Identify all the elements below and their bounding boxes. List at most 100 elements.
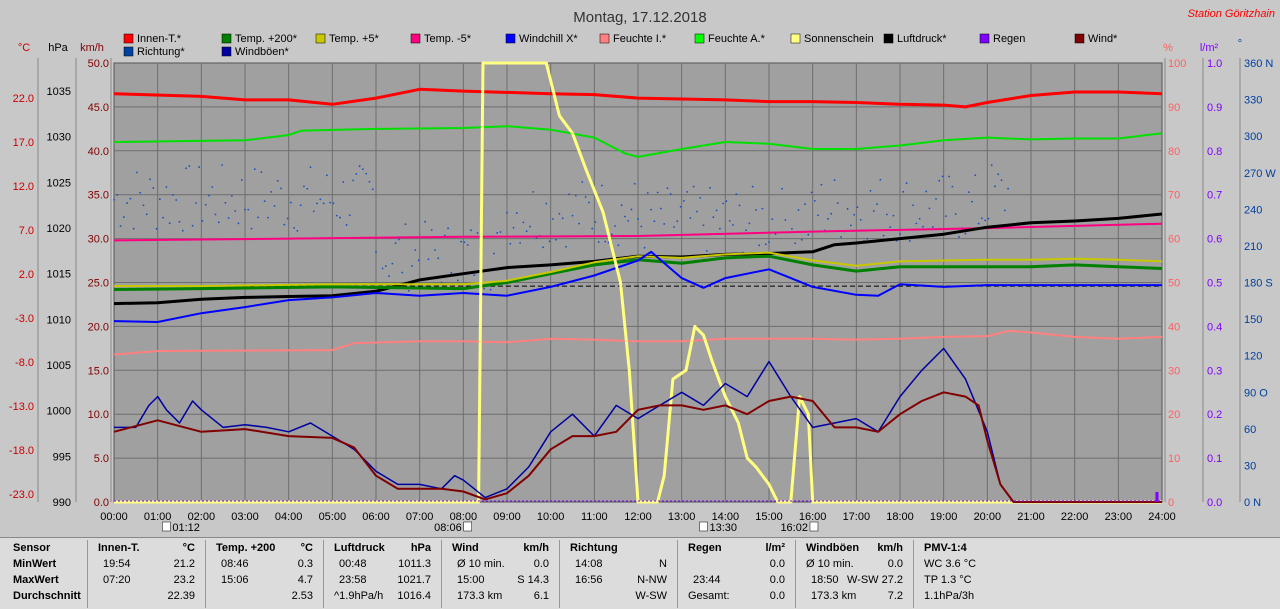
- wind-direction-dot: [240, 179, 243, 181]
- hpa-tick-label: 1025: [47, 177, 71, 189]
- wind-direction-dot: [722, 202, 725, 205]
- wind-direction-dot: [918, 217, 921, 220]
- wind-direction-dot: [217, 221, 220, 224]
- percent-tick-label: 30: [1168, 365, 1180, 377]
- wind-direction-dot: [1007, 187, 1009, 190]
- wind-direction-dot: [358, 165, 361, 168]
- temp-tick-label: 17.0: [13, 137, 34, 149]
- stats-pmv: PMV-1:4 WC 3.6 °C TP 1.3 °C 1.1hPa/3h: [914, 540, 994, 608]
- wind-direction-dot: [132, 227, 135, 230]
- wind-direction-dot: [348, 214, 351, 217]
- wind-direction-dot: [817, 214, 820, 217]
- stats-regen-unit: l/m²: [765, 542, 785, 554]
- wind-direction-dot: [496, 232, 499, 234]
- wind-direction-dot: [440, 281, 443, 284]
- hpa-tick-label: 1030: [47, 132, 71, 144]
- stats-regen-title: Regen: [688, 542, 722, 554]
- wind-direction-dot: [273, 205, 276, 207]
- rain-tick-label: 0.6: [1207, 234, 1222, 246]
- wind-direction-dot: [676, 220, 679, 223]
- wind-direction-dot: [178, 220, 181, 223]
- chart-svg: Montag, 17.12.2018 Station Göritzhain Inne…: [9, 8, 1276, 534]
- wind-direction-dot: [299, 204, 302, 207]
- wind-direction-dot: [221, 164, 223, 166]
- wind-direction-dot: [581, 181, 584, 183]
- hpa-tick-label: 1020: [47, 223, 71, 235]
- wind-direction-dot: [466, 243, 469, 246]
- time-tick-label: 07:00: [406, 511, 434, 523]
- wind-direction-dot: [568, 193, 571, 196]
- time-marker-box: [162, 521, 171, 532]
- wind-direction-dot: [899, 233, 901, 235]
- wind-direction-dot: [270, 190, 273, 193]
- wind-direction-dot: [761, 207, 764, 210]
- wind-direction-dot: [804, 203, 806, 206]
- kmh-tick-label: 40.0: [88, 146, 109, 158]
- wind-direction-dot: [745, 229, 747, 232]
- wind-direction-dot: [263, 200, 266, 203]
- legend-swatch: [599, 33, 610, 44]
- wind-direction-dot: [388, 275, 390, 278]
- stats-temp: Temp. +200 °C 08:46 0.3 15:06 4.7 2.53: [206, 540, 324, 608]
- wind-direction-dot: [306, 187, 309, 190]
- wind-direction-dot: [702, 224, 705, 227]
- wind-direction-dot: [116, 193, 119, 196]
- stats-temp-min-time: 08:46: [221, 558, 249, 570]
- stats-boeen-max-value: W-SW 27.2: [846, 574, 903, 586]
- stats-min-label: MinWert: [13, 558, 57, 570]
- stats-innen-title: Innen-T.: [98, 542, 140, 554]
- time-tick-label: 20:00: [974, 511, 1002, 523]
- wind-direction-dot: [758, 244, 761, 247]
- wind-direction-dot: [656, 191, 659, 194]
- time-tick-label: 23:00: [1105, 511, 1133, 523]
- wind-direction-dot: [699, 196, 702, 199]
- wind-direction-dot: [398, 238, 400, 241]
- wind-direction-dot: [669, 193, 672, 195]
- legend-label: Sonnenschein: [804, 33, 874, 45]
- wind-direction-dot: [984, 219, 987, 222]
- legend-swatch: [1074, 33, 1085, 44]
- wind-direction-dot: [610, 233, 613, 236]
- direction-tick-label: 120: [1244, 351, 1262, 363]
- temp-tick-label: -13.0: [9, 401, 34, 413]
- time-tick-label: 21:00: [1017, 511, 1045, 523]
- rain-tick-label: 0.8: [1207, 146, 1222, 158]
- wind-direction-dot: [512, 226, 515, 229]
- wind-direction-dot: [322, 202, 325, 205]
- wind-direction-dot: [224, 202, 227, 204]
- wind-direction-dot: [735, 193, 738, 196]
- axis-unit-kmh: km/h: [80, 42, 104, 54]
- wind-direction-dot: [316, 202, 318, 205]
- rain-tick-label: 0.9: [1207, 102, 1222, 114]
- legend-label: Temp. +200*: [235, 33, 298, 45]
- wind-direction-dot: [404, 223, 407, 226]
- rain-tick-label: 1.0: [1207, 58, 1222, 70]
- wind-direction-dot: [244, 208, 246, 211]
- direction-tick-label: 240: [1244, 204, 1262, 216]
- wind-direction-dot: [204, 203, 207, 206]
- wind-direction-dot: [286, 217, 289, 220]
- stats-boeen-title: Windböen: [806, 542, 860, 554]
- direction-tick-label: 270 W: [1244, 168, 1276, 180]
- hpa-tick-label: 1010: [47, 314, 71, 326]
- wind-direction-dot: [630, 208, 633, 211]
- wind-direction-dot: [892, 214, 895, 217]
- hpa-tick-label: 1035: [47, 86, 71, 98]
- wind-direction-dot: [162, 216, 165, 219]
- stats-innen-max-value: 23.2: [173, 574, 195, 586]
- wind-direction-dot: [578, 222, 580, 225]
- wind-direction-dot: [335, 214, 338, 217]
- wind-direction-dot: [997, 173, 1000, 176]
- stats-boeen-min-value: 0.0: [887, 558, 903, 570]
- wind-direction-dot: [181, 229, 184, 232]
- wind-direction-dot: [866, 237, 869, 240]
- percent-tick-label: 50: [1168, 278, 1180, 290]
- wind-direction-dot: [542, 246, 544, 249]
- kmh-tick-label: 25.0: [88, 278, 109, 290]
- rain-tick-label: 0.0: [1207, 497, 1222, 509]
- wind-direction-dot: [784, 219, 787, 221]
- stats-pmv-wc: WC 3.6 °C: [924, 558, 977, 570]
- wind-direction-dot: [434, 249, 436, 251]
- wind-direction-dot: [715, 209, 718, 212]
- wind-direction-dot: [689, 216, 692, 219]
